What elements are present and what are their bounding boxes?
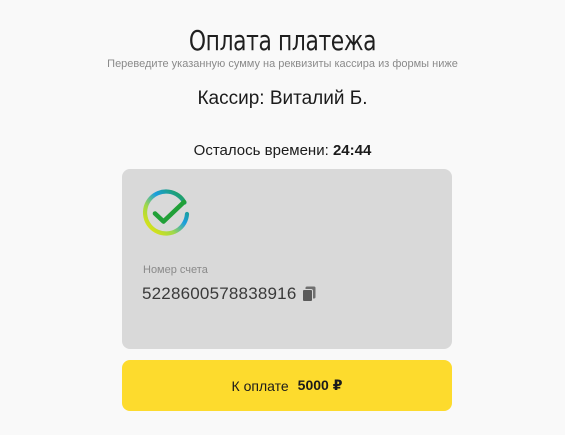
- page-subtitle: Переведите указанную сумму на реквизиты …: [107, 58, 458, 70]
- page-title: Оплата платежа: [188, 24, 377, 57]
- pay-button[interactable]: К оплате 5000 ₽: [122, 360, 452, 411]
- bank-checkmark-logo-icon: [142, 189, 190, 236]
- requisites-card: Номер счета 5228600578838916: [122, 169, 452, 349]
- account-number-label: Номер счета: [143, 264, 208, 276]
- account-number-row: 5228600578838916: [142, 283, 316, 305]
- pay-amount: 5000 ₽: [297, 377, 343, 393]
- account-number[interactable]: 5228600578838916: [142, 283, 296, 305]
- pay-label: К оплате: [231, 377, 289, 394]
- timer-value: 24:44: [332, 142, 372, 159]
- copy-icon[interactable]: [302, 286, 316, 302]
- timer-label: Осталось времени:: [193, 142, 329, 159]
- cashier-name: Кассир: Виталий Б.: [197, 88, 368, 109]
- countdown-timer: Осталось времени: 24:44: [0, 141, 565, 161]
